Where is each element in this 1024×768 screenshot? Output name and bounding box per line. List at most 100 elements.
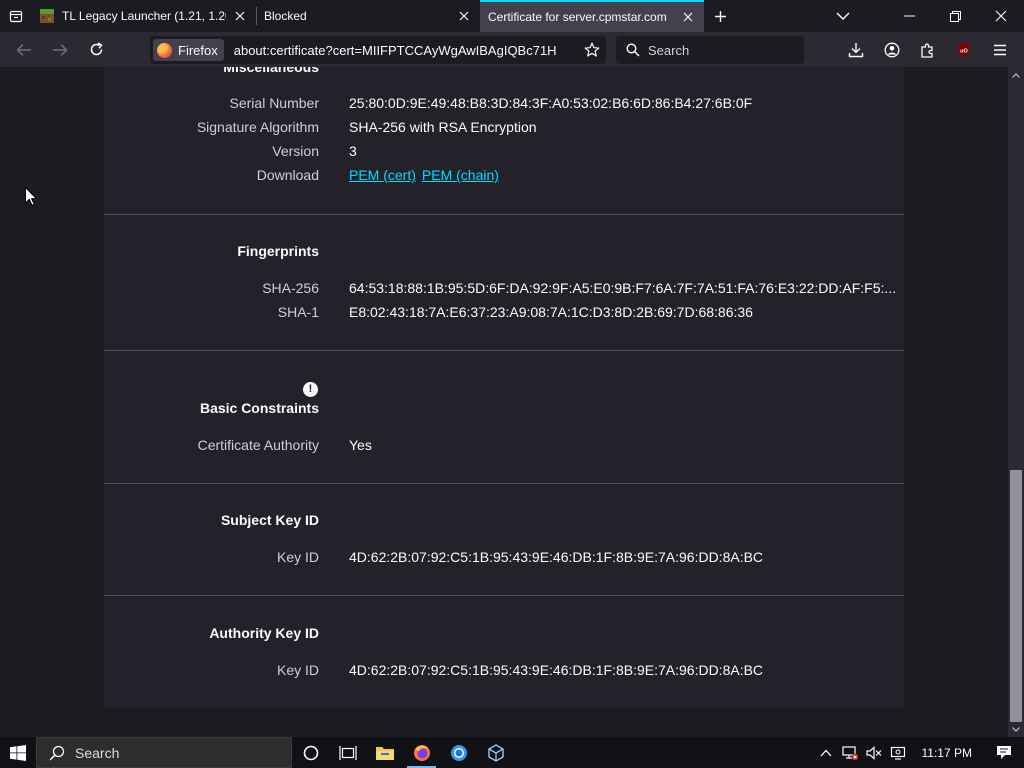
folder-icon: [375, 746, 394, 760]
fingerprints-section-title: Fingerprints: [237, 243, 319, 259]
action-center-button[interactable]: [984, 737, 1024, 768]
restore-icon: [949, 10, 961, 22]
forward-arrow-icon: [53, 43, 68, 56]
search-bar[interactable]: Search: [616, 36, 804, 64]
tab-certificate[interactable]: Certificate for server.cpmstar.com: [480, 0, 704, 32]
system-tray: 11:17 PM: [814, 737, 1024, 768]
app-menu-button[interactable]: [982, 32, 1018, 67]
basic-constraints-section: ! Basic Constraints Certificate Authorit…: [104, 351, 904, 484]
extensions-button[interactable]: [910, 32, 946, 67]
account-button[interactable]: [874, 32, 910, 67]
back-button[interactable]: [6, 32, 42, 67]
signature-algorithm-row: Signature Algorithm SHA-256 with RSA Enc…: [104, 119, 904, 139]
sha256-label: SHA-256: [262, 280, 319, 296]
show-hidden-icons-button[interactable]: [814, 737, 838, 768]
download-row: Download PEM (cert) PEM (chain): [104, 167, 904, 187]
authority-key-id-row: Key ID 4D:62:2B:07:92:C5:1B:95:43:9E:46:…: [104, 662, 904, 682]
sha256-row: SHA-256 64:53:18:88:1B:95:5D:6F:DA:92:9F…: [104, 280, 904, 300]
network-button[interactable]: [838, 737, 862, 768]
chrome-taskbar-button[interactable]: [440, 737, 477, 768]
navigation-toolbar: Firefox about:certificate?cert=MIIFPTCCA…: [0, 32, 1024, 67]
chevron-down-icon: [836, 12, 850, 20]
reload-icon: [90, 42, 103, 56]
subject-key-id-section: Subject Key ID Key ID 4D:62:2B:07:92:C5:…: [104, 484, 904, 596]
certificate-authority-value: Yes: [349, 437, 372, 453]
tab-title: TL Legacy Launcher (1.21, 1.20.1: [62, 9, 226, 23]
signature-algorithm-label: Signature Algorithm: [196, 119, 319, 135]
task-view-icon: [338, 745, 357, 760]
windows-logo-icon: [10, 744, 26, 761]
scroll-up-arrow-icon[interactable]: [1008, 67, 1024, 83]
url-text[interactable]: about:certificate?cert=MIIFPTCCAyWgAwIBA…: [234, 43, 570, 58]
start-button[interactable]: [0, 737, 36, 768]
cube-icon: [487, 743, 504, 762]
ublock-origin-button[interactable]: uO: [946, 32, 982, 67]
address-bar[interactable]: Firefox about:certificate?cert=MIIFPTCCA…: [150, 36, 606, 64]
bookmark-star-icon[interactable]: [582, 40, 602, 60]
list-all-tabs-button[interactable]: [820, 0, 866, 32]
close-window-button[interactable]: [978, 0, 1024, 32]
reload-button[interactable]: [78, 32, 114, 67]
task-view-button[interactable]: [329, 737, 366, 768]
cortana-button[interactable]: [292, 737, 329, 768]
pem-chain-link[interactable]: PEM (chain): [422, 167, 499, 183]
certificate-authority-label: Certificate Authority: [197, 437, 319, 453]
version-label: Version: [272, 143, 319, 159]
firefox-taskbar-button[interactable]: [403, 737, 440, 768]
close-tab-icon[interactable]: [680, 9, 696, 25]
windows-taskbar: Search 11:17 PM: [0, 737, 1024, 768]
minimize-button[interactable]: [886, 0, 932, 32]
search-icon: [626, 43, 640, 57]
close-tab-icon[interactable]: [232, 8, 248, 24]
tab-blocked[interactable]: Blocked: [256, 0, 480, 32]
volume-button[interactable]: [862, 737, 886, 768]
tab-tl-legacy-launcher[interactable]: TL Legacy Launcher (1.21, 1.20.1: [32, 0, 256, 32]
minimize-icon: [903, 15, 915, 17]
certificate-card: Miscellaneous Serial Number 25:80:0D:9E:…: [104, 67, 904, 708]
account-icon: [884, 42, 900, 57]
misc-section-title: Miscellaneous: [223, 67, 319, 75]
forward-button[interactable]: [42, 32, 78, 67]
firefox-logo-icon: [157, 42, 172, 58]
taskbar-clock[interactable]: 11:17 PM: [910, 746, 984, 760]
basic-constraints-section-title: Basic Constraints: [199, 400, 319, 416]
sha1-row: SHA-1 E8:02:43:18:7A:E6:37:23:A9:08:7A:1…: [104, 304, 904, 324]
certificate-authority-row: Certificate Authority Yes: [104, 437, 904, 457]
subject-key-id-section-title: Subject Key ID: [220, 512, 319, 528]
display-button[interactable]: [886, 737, 910, 768]
subject-key-id-row: Key ID 4D:62:2B:07:92:C5:1B:95:43:9E:46:…: [104, 549, 904, 569]
close-icon: [995, 10, 1007, 22]
signature-algorithm-value: SHA-256 with RSA Encryption: [349, 119, 537, 135]
restore-button[interactable]: [932, 0, 978, 32]
new-tab-button[interactable]: [704, 0, 736, 32]
authority-key-id-label: Key ID: [276, 662, 319, 678]
file-explorer-button[interactable]: [366, 737, 403, 768]
serial-number-label: Serial Number: [229, 95, 319, 111]
minecraft-grass-block-icon: [40, 9, 54, 23]
firefox-icon: [413, 744, 430, 761]
hamburger-menu-icon: [994, 44, 1006, 55]
version-value: 3: [349, 143, 357, 159]
screen-sharing-icon: [890, 746, 905, 760]
page-content: Miscellaneous Serial Number 25:80:0D:9E:…: [0, 67, 1008, 737]
taskbar-search-box[interactable]: Search: [36, 737, 292, 768]
close-tab-icon[interactable]: [456, 8, 472, 24]
authority-key-id-section: Authority Key ID Key ID 4D:62:2B:07:92:C…: [104, 596, 904, 708]
tab-title: Blocked: [264, 9, 307, 23]
search-placeholder: Search: [648, 42, 690, 58]
firefox-view-button[interactable]: [0, 0, 32, 32]
tab-title: Certificate for server.cpmstar.com: [488, 10, 667, 24]
downloads-button[interactable]: [838, 32, 874, 67]
identity-box[interactable]: Firefox: [153, 39, 224, 61]
version-row: Version 3: [104, 143, 904, 163]
sha1-label: SHA-1: [277, 304, 319, 320]
critical-extension-warning-icon[interactable]: !: [303, 382, 318, 397]
puzzle-icon: [921, 42, 933, 58]
scroll-down-arrow-icon[interactable]: [1008, 721, 1024, 737]
sha256-value: 64:53:18:88:1B:95:5D:6F:DA:92:9F:A5:E0:9…: [349, 280, 897, 296]
pem-cert-link[interactable]: PEM (cert): [349, 167, 416, 183]
virtualbox-taskbar-button[interactable]: [477, 737, 514, 768]
notification-icon: [997, 746, 1011, 759]
page-scrollbar[interactable]: [1008, 67, 1024, 737]
scrollbar-thumb[interactable]: [1010, 470, 1022, 722]
